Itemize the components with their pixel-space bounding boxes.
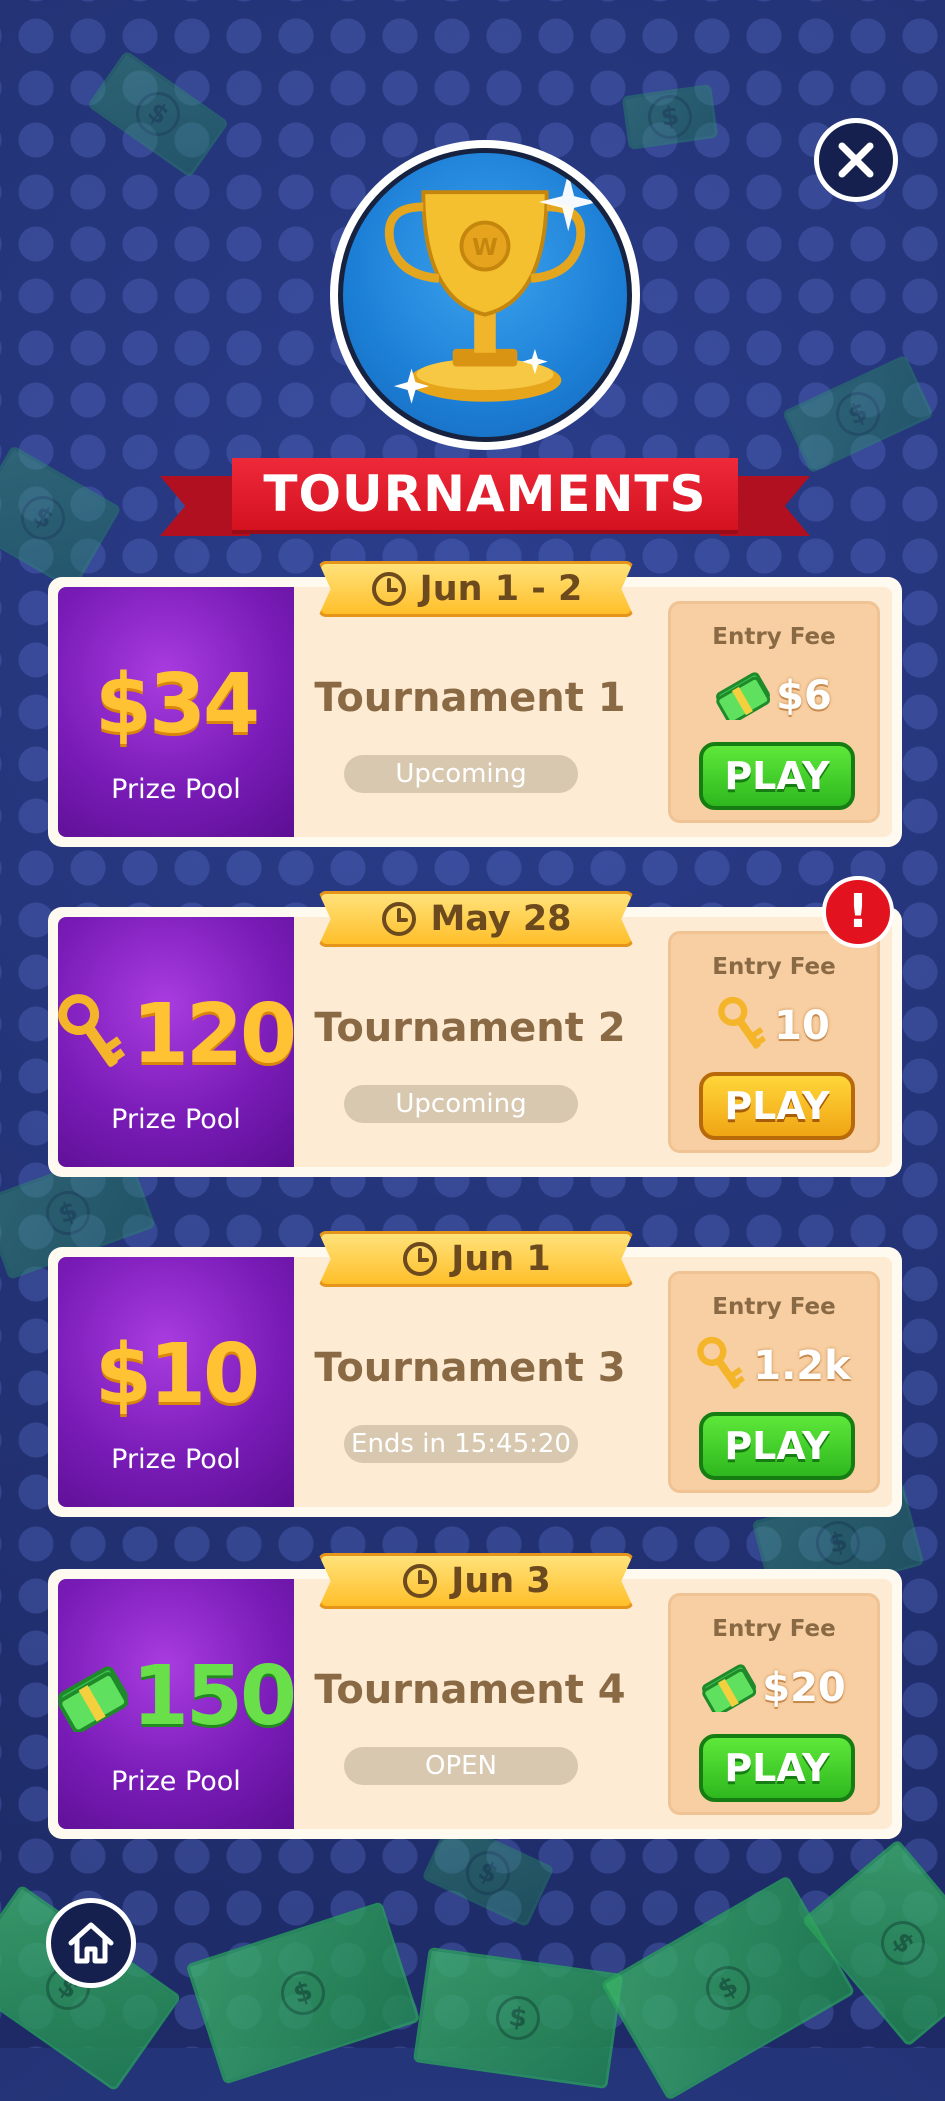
- tournament-card[interactable]: $10 Prize Pool Tournament 3 Ends in 15:4…: [48, 1231, 902, 1517]
- entry-fee-label: Entry Fee: [712, 1616, 836, 1642]
- entry-fee-panel: Entry Fee 1.2k PLAY: [668, 1271, 880, 1493]
- status-badge: OPEN: [344, 1747, 578, 1785]
- tournament-date: Jun 3: [451, 1561, 551, 1601]
- prize-pool-panel: 120 Prize Pool: [58, 917, 297, 1167]
- home-icon: [68, 1922, 114, 1964]
- prize-pool-label: Prize Pool: [111, 1104, 241, 1135]
- tournament-date: May 28: [430, 899, 572, 939]
- entry-fee-label: Entry Fee: [712, 1294, 836, 1320]
- entry-fee-value: 10: [774, 1003, 830, 1049]
- prize-pool-panel: 150 Prize Pool: [58, 1579, 297, 1829]
- prize-pool-panel: $10 Prize Pool: [58, 1257, 294, 1507]
- entry-fee-value: $20: [762, 1665, 846, 1711]
- tournament-date: Jun 1 - 2: [419, 569, 583, 609]
- key-icon: [718, 996, 767, 1049]
- clock-icon: [382, 902, 417, 936]
- cash-icon: [716, 672, 771, 720]
- prize-amount: $10: [94, 1327, 260, 1422]
- entry-fee-panel: Entry Fee $20 PLAY: [668, 1593, 880, 1815]
- clock-icon: [403, 1564, 438, 1598]
- close-icon: [838, 142, 874, 178]
- entry-fee-panel: Entry Fee $6 PLAY: [668, 601, 880, 823]
- status-badge: Ends in 15:45:20: [344, 1425, 578, 1463]
- page-title: TOURNAMENTS: [263, 465, 707, 523]
- trophy-icon: W: [384, 172, 598, 404]
- status-badge: Upcoming: [344, 1085, 578, 1123]
- play-button[interactable]: PLAY: [699, 1734, 855, 1802]
- tournament-date: Jun 1: [451, 1239, 551, 1279]
- home-button[interactable]: [46, 1898, 136, 1988]
- play-button[interactable]: PLAY: [699, 1072, 855, 1140]
- status-badge: Upcoming: [344, 755, 578, 793]
- date-tab: Jun 1 - 2: [318, 561, 634, 617]
- close-button[interactable]: [814, 118, 898, 202]
- cash-icon: [702, 1664, 757, 1712]
- tournament-card[interactable]: 150 Prize Pool Tournament 4 OPEN Entry F…: [48, 1553, 902, 1839]
- prize-amount: 120: [131, 987, 297, 1082]
- date-tab: May 28: [318, 891, 634, 947]
- date-tab: Jun 3: [318, 1553, 634, 1609]
- cash-icon: [58, 1665, 128, 1732]
- trophy-badge: W: [330, 140, 640, 450]
- date-tab: Jun 1: [318, 1231, 634, 1287]
- play-button[interactable]: PLAY: [699, 742, 855, 810]
- tournament-name: Tournament 1: [314, 675, 626, 721]
- key-icon: [58, 993, 126, 1067]
- entry-fee-label: Entry Fee: [712, 954, 836, 980]
- prize-pool-label: Prize Pool: [111, 1766, 241, 1797]
- entry-fee-value: 1.2k: [753, 1343, 851, 1389]
- alert-badge: !: [822, 876, 894, 948]
- entry-fee-value: $6: [776, 673, 832, 719]
- svg-text:W: W: [472, 233, 498, 261]
- clock-icon: [403, 1242, 438, 1276]
- prize-amount: $34: [94, 657, 260, 752]
- tournament-name: Tournament 4: [314, 1667, 626, 1713]
- prize-pool-label: Prize Pool: [111, 774, 241, 805]
- tournament-card[interactable]: $34 Prize Pool Tournament 1 Upcoming Ent…: [48, 561, 902, 847]
- tournament-name: Tournament 3: [314, 1345, 626, 1391]
- title-ribbon: TOURNAMENTS: [160, 458, 810, 548]
- entry-fee-panel: Entry Fee 10 PLAY: [668, 931, 880, 1153]
- clock-icon: [371, 572, 406, 606]
- tournament-name: Tournament 2: [314, 1005, 626, 1051]
- key-icon: [697, 1336, 746, 1389]
- entry-fee-label: Entry Fee: [712, 624, 836, 650]
- tournament-card[interactable]: 120 Prize Pool Tournament 2 Upcoming Ent…: [48, 891, 902, 1177]
- prize-amount: 150: [131, 1649, 297, 1744]
- prize-pool-label: Prize Pool: [111, 1444, 241, 1475]
- prize-pool-panel: $34 Prize Pool: [58, 587, 294, 837]
- play-button[interactable]: PLAY: [699, 1412, 855, 1480]
